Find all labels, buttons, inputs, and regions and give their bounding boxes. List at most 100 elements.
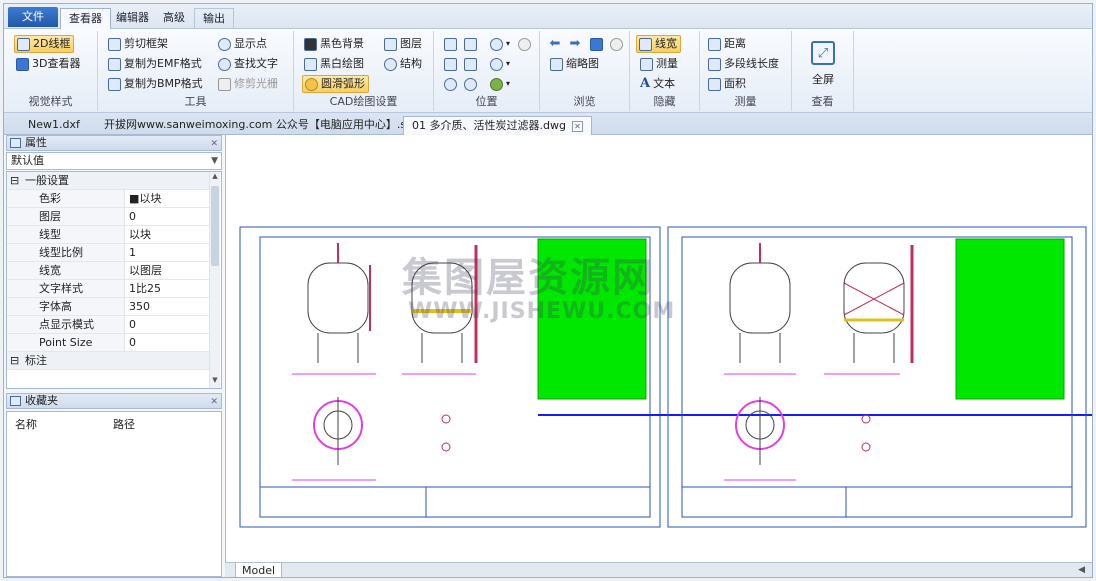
property-row[interactable]: 线型比例 1 xyxy=(7,244,210,262)
scroll-left-icon[interactable]: ◀ xyxy=(1078,565,1085,575)
forward-button[interactable]: ➡ xyxy=(566,35,585,53)
property-key: 色彩 xyxy=(7,190,125,207)
extents-button[interactable] xyxy=(462,55,480,73)
copy-emf-button[interactable]: 复制为EMF格式 xyxy=(106,55,205,73)
black-background-button[interactable]: 黑色背景 xyxy=(302,35,367,53)
fit-icon xyxy=(444,57,457,71)
view-3d-button[interactable]: ▾ xyxy=(488,75,513,93)
pan-button[interactable] xyxy=(442,35,460,53)
text-toggle-button[interactable]: A 文本 xyxy=(638,75,678,93)
property-row[interactable]: 点显示模式 0 xyxy=(7,316,210,334)
collapse-icon[interactable]: ⊟ xyxy=(10,172,19,189)
fullscreen-button[interactable]: ⤢ 全屏 xyxy=(800,41,846,87)
scroll-thumb[interactable] xyxy=(211,186,219,266)
property-row[interactable]: 字体高 350 xyxy=(7,298,210,316)
property-row[interactable]: 图层 0 xyxy=(7,208,210,226)
scroll-down-icon[interactable]: ▼ xyxy=(210,376,220,388)
3d-viewer-button[interactable]: 3D查看器 xyxy=(14,55,83,73)
property-value[interactable]: 1比25 xyxy=(129,280,161,297)
property-value[interactable]: 0 xyxy=(129,334,136,351)
property-value[interactable]: 1 xyxy=(129,244,136,261)
copy-bmp-button[interactable]: 复制为BMP格式 xyxy=(106,75,206,93)
thumbnail-icon xyxy=(550,57,563,71)
property-row[interactable]: 线宽 以图层 xyxy=(7,262,210,280)
group-visual-style: 2D线框 3D查看器 视觉样式 xyxy=(4,31,98,111)
structure-icon xyxy=(384,57,397,71)
smooth-arc-button[interactable]: 圆滑弧形 xyxy=(302,75,369,93)
orbit-icon xyxy=(464,77,477,91)
model-tab[interactable]: Model xyxy=(235,563,283,577)
open-button[interactable] xyxy=(588,35,606,53)
rotate-button[interactable] xyxy=(442,75,460,93)
refresh-button[interactable] xyxy=(608,35,626,53)
crosshair-icon xyxy=(218,37,231,51)
property-value[interactable]: 350 xyxy=(129,298,150,315)
watermark-cn: 集图屋资源网 xyxy=(402,255,654,301)
doc-tab-dwg[interactable]: 01 多介质、活性炭过滤器.dwg ✕ xyxy=(403,116,592,135)
scroll-up-icon[interactable]: ▲ xyxy=(210,172,220,184)
property-value[interactable]: 以块 xyxy=(129,226,151,243)
tab-output[interactable]: 输出 xyxy=(194,8,234,29)
property-section[interactable]: ⊟ 标注 xyxy=(7,352,210,370)
zoom-window-button[interactable] xyxy=(462,35,480,53)
drawing-canvas[interactable]: 集图屋资源网 WWW.JISHEWU.COM xyxy=(225,135,1092,562)
show-points-button[interactable]: 显示点 xyxy=(216,35,270,53)
distance-icon xyxy=(708,37,721,51)
property-key: 字体高 xyxy=(7,298,125,315)
thumbnail-button[interactable]: 缩略图 xyxy=(548,55,602,73)
hand-button[interactable] xyxy=(516,35,534,53)
group-label: 查看 xyxy=(811,95,834,108)
orbit-button[interactable] xyxy=(462,75,480,93)
distance-button[interactable]: 距离 xyxy=(706,35,749,53)
tab-viewer[interactable]: 查看器 xyxy=(60,8,111,30)
trim-raster-button[interactable]: 修剪光栅 xyxy=(216,75,281,93)
close-icon[interactable]: ✕ xyxy=(210,395,218,409)
doc-tab-new1[interactable]: New1.dxf xyxy=(20,116,88,135)
watermark-en: WWW.JISHEWU.COM xyxy=(408,299,676,324)
group-hide: 线宽 测量 A 文本 隐藏 xyxy=(630,31,700,111)
collapse-icon[interactable]: ⊟ xyxy=(10,352,19,369)
property-section[interactable]: ⊟ 一般设置 xyxy=(7,172,210,190)
bw-drawing-button[interactable]: 黑白绘图 xyxy=(302,55,367,73)
property-value[interactable]: 0 xyxy=(129,316,136,333)
zoom-window-icon xyxy=(464,37,477,51)
properties-scrollbar[interactable]: ▲ ▼ xyxy=(209,172,220,388)
measure-toggle-button[interactable]: 测量 xyxy=(638,55,681,73)
chevron-down-icon: ▾ xyxy=(506,79,511,88)
property-value[interactable]: 0 xyxy=(129,208,136,225)
polyline-length-button[interactable]: 多段线长度 xyxy=(706,55,782,73)
2d-wireframe-button[interactable]: 2D线框 xyxy=(14,35,75,53)
doc-tab-step[interactable]: 开拔网www.sanweimoxing.com 公众号【电脑应用中心】.step xyxy=(96,116,432,135)
clip-frame-button[interactable]: 剪切框架 xyxy=(106,35,171,53)
tab-advanced[interactable]: 高级 xyxy=(155,8,193,29)
property-row[interactable]: 色彩 ■以块 xyxy=(7,190,210,208)
trim-icon xyxy=(218,77,231,91)
favorites-header: 收藏夹 ✕ xyxy=(6,393,222,409)
layers-button[interactable]: 图层 xyxy=(382,35,425,53)
tab-file[interactable]: 文件 xyxy=(8,7,58,27)
zoom-in-button[interactable]: ▾ xyxy=(488,35,513,53)
line-width-button[interactable]: 线宽 xyxy=(636,35,681,53)
properties-combo[interactable]: 默认值 ▼ xyxy=(6,152,222,170)
back-button[interactable]: ⬅ xyxy=(546,35,565,53)
property-key: 文字样式 xyxy=(7,280,125,297)
property-key: 图层 xyxy=(7,208,125,225)
property-value[interactable]: 以图层 xyxy=(129,262,162,279)
close-icon[interactable]: ✕ xyxy=(571,120,583,132)
property-value[interactable]: ■以块 xyxy=(129,190,161,207)
property-row[interactable]: Point Size 0 xyxy=(7,334,210,352)
copy-image-icon xyxy=(108,77,121,91)
tab-editor[interactable]: 编辑器 xyxy=(108,8,157,29)
property-row[interactable]: 文字样式 1比25 xyxy=(7,280,210,298)
fit-button[interactable] xyxy=(442,55,460,73)
area-button[interactable]: 面积 xyxy=(706,75,749,93)
group-label: 视觉样式 xyxy=(28,95,73,108)
pin-icon[interactable]: ✕ xyxy=(210,137,218,151)
hand-icon xyxy=(518,37,531,51)
property-key: Point Size xyxy=(7,334,125,351)
find-text-button[interactable]: 查找文字 xyxy=(216,55,281,73)
structure-button[interactable]: 结构 xyxy=(382,55,425,73)
chevron-down-icon: ▾ xyxy=(506,59,511,68)
property-row[interactable]: 线型 以块 xyxy=(7,226,210,244)
zoom-out-button[interactable]: ▾ xyxy=(488,55,513,73)
